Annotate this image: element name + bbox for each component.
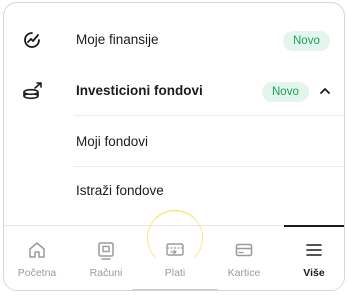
menu-item-moje-finansije[interactable]: Moje finansije Novo [4, 21, 344, 59]
chevron-up-icon[interactable] [318, 84, 332, 98]
divider [74, 115, 344, 116]
submenu-item-istrazi-fondove[interactable]: Istraži fondove [4, 173, 344, 211]
nav-item-pocetna[interactable]: Početna [4, 226, 71, 290]
home-indicator[interactable] [132, 289, 218, 290]
submenu-item-label: Moji fondovi [76, 134, 149, 149]
new-badge: Novo [262, 82, 309, 102]
chart-trend-icon [22, 30, 42, 50]
accounts-icon [72, 239, 140, 261]
pay-icon [141, 239, 209, 261]
nav-label: Kartice [227, 267, 261, 279]
nav-item-kartice[interactable]: Kartice [210, 226, 278, 290]
nav-label: Računi [89, 267, 123, 279]
new-badge: Novo [283, 31, 330, 51]
divider [74, 166, 344, 167]
nav-item-plati[interactable]: Plati [141, 210, 209, 290]
investment-icon [22, 81, 44, 101]
submenu-item-moji-fondovi[interactable]: Moji fondovi [4, 123, 344, 161]
nav-label: Početna [17, 267, 57, 279]
nav-label: Plati [164, 267, 186, 279]
active-indicator [284, 225, 344, 227]
menu-item-label: Investicioni fondovi [76, 83, 203, 98]
menu-item-label: Moje finansije [76, 32, 159, 47]
home-icon [4, 239, 71, 261]
app-frame: Moje finansije Novo Investicioni fondovi… [3, 2, 345, 291]
bottom-nav: Početna Računi Plati Kartice Više [4, 210, 344, 290]
card-icon [210, 239, 278, 261]
submenu-item-label: Istraži fondove [76, 183, 164, 198]
nav-label: Više [303, 267, 325, 279]
nav-item-racuni[interactable]: Računi [72, 226, 140, 290]
nav-item-vise[interactable]: Više [280, 225, 344, 290]
menu-icon [280, 239, 344, 261]
menu-item-investicioni-fondovi[interactable]: Investicioni fondovi Novo [4, 71, 344, 111]
